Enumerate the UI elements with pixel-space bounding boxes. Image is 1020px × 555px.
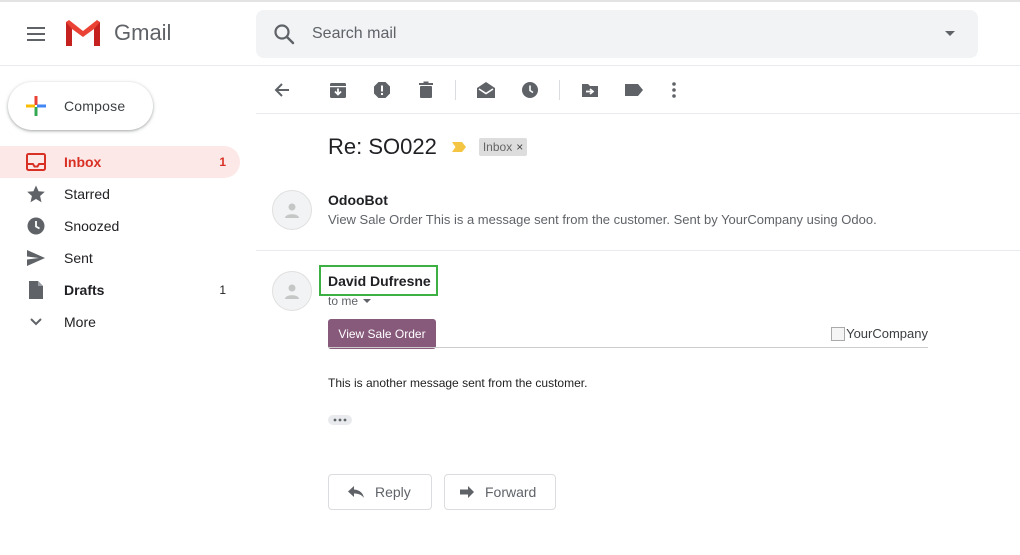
sidebar-item-label: Inbox <box>64 154 102 170</box>
label-icon <box>625 84 643 96</box>
sidebar-item-drafts[interactable]: Drafts 1 <box>0 274 240 306</box>
move-to-folder-icon <box>582 84 598 97</box>
sidebar-item-sent[interactable]: Sent <box>0 242 240 274</box>
archive-icon <box>330 83 346 98</box>
person-icon <box>285 203 299 218</box>
draft-count: 1 <box>219 283 226 297</box>
message-body-text: This is another message sent from the cu… <box>328 376 588 390</box>
plus-icon <box>26 96 46 116</box>
snooze-button[interactable] <box>518 78 542 102</box>
show-trimmed-content-button[interactable] <box>328 415 352 425</box>
avatar <box>272 190 312 230</box>
chevron-down-icon <box>26 312 46 332</box>
more-vert-icon <box>672 82 676 98</box>
search-bar <box>256 10 978 58</box>
more-options-button[interactable] <box>662 78 686 102</box>
reply-icon <box>348 486 364 498</box>
remove-label-button[interactable]: × <box>516 140 523 154</box>
clock-icon <box>26 216 46 236</box>
sidebar-item-snoozed[interactable]: Snoozed <box>0 210 240 242</box>
report-spam-icon <box>374 82 390 98</box>
sidebar-item-more[interactable]: More <box>0 306 240 338</box>
gmail-m-icon <box>66 20 100 46</box>
more-horiz-icon <box>333 418 347 422</box>
report-spam-button[interactable] <box>370 78 394 102</box>
compose-label: Compose <box>64 98 126 114</box>
recipient-label: to me <box>328 294 359 308</box>
caret-down-icon <box>945 31 955 36</box>
draft-icon <box>26 280 46 300</box>
message-divider <box>256 250 1020 251</box>
important-marker-icon[interactable] <box>451 141 467 153</box>
message-snippet[interactable]: View Sale Order This is a message sent f… <box>328 212 877 227</box>
send-icon <box>26 248 46 268</box>
search-icon[interactable] <box>272 22 296 46</box>
archive-button[interactable] <box>326 78 350 102</box>
search-options-button[interactable] <box>938 22 962 46</box>
forward-icon <box>460 486 474 498</box>
back-button[interactable] <box>270 78 294 102</box>
move-to-button[interactable] <box>578 78 602 102</box>
avatar <box>272 271 312 311</box>
person-icon <box>285 284 299 299</box>
mark-unread-icon <box>477 82 495 98</box>
company-logo-alt-text: YourCompany <box>846 326 928 341</box>
thread-subject-row: Re: SO022 Inbox × <box>328 134 528 160</box>
message-sender[interactable]: David Dufresne <box>328 273 431 289</box>
message-toolbar <box>256 66 1020 114</box>
main-menu-button[interactable] <box>16 14 56 54</box>
recipient-details: to me <box>328 294 372 308</box>
broken-image-icon <box>831 326 846 341</box>
forward-label: Forward <box>485 484 537 500</box>
show-details-caret-icon[interactable] <box>362 298 372 304</box>
message-sender[interactable]: OdooBot <box>328 192 388 208</box>
app-header: Gmail <box>0 2 1020 66</box>
labels-button[interactable] <box>622 78 646 102</box>
gmail-logo[interactable]: Gmail <box>64 18 171 48</box>
chip-label: Inbox <box>482 140 513 154</box>
inbox-icon <box>26 152 46 172</box>
reply-label: Reply <box>375 484 411 500</box>
reply-button[interactable]: Reply <box>328 474 432 510</box>
star-icon <box>26 184 46 204</box>
sidebar-item-starred[interactable]: Starred <box>0 178 240 210</box>
sidebar-item-label: More <box>64 314 96 330</box>
arrow-left-icon <box>274 83 289 97</box>
trash-icon <box>419 81 433 98</box>
mark-unread-button[interactable] <box>474 78 498 102</box>
delete-button[interactable] <box>414 78 438 102</box>
unread-count: 1 <box>219 155 226 169</box>
body-divider <box>328 347 928 348</box>
sidebar-item-label: Starred <box>64 186 110 202</box>
sidebar-item-label: Drafts <box>64 282 105 298</box>
sidebar-item-label: Snoozed <box>64 218 120 234</box>
sidebar-item-label: Sent <box>64 250 93 266</box>
thread-subject: Re: SO022 <box>328 134 437 159</box>
sidebar-nav: Inbox 1 Starred Snoozed Sent Drafts 1 Mo… <box>0 146 240 338</box>
view-sale-order-button[interactable]: View Sale Order <box>328 319 436 349</box>
toolbar-separator <box>455 80 456 100</box>
inbox-label-chip: Inbox × <box>478 138 528 156</box>
hamburger-menu-icon <box>27 27 45 41</box>
forward-button[interactable]: Forward <box>444 474 556 510</box>
toolbar-separator <box>559 80 560 100</box>
search-input[interactable] <box>312 20 912 48</box>
sidebar-item-inbox[interactable]: Inbox 1 <box>0 146 240 178</box>
company-logo: YourCompany <box>831 326 928 341</box>
app-name: Gmail <box>114 20 172 45</box>
clock-icon <box>522 82 538 98</box>
compose-button[interactable]: Compose <box>8 82 153 130</box>
